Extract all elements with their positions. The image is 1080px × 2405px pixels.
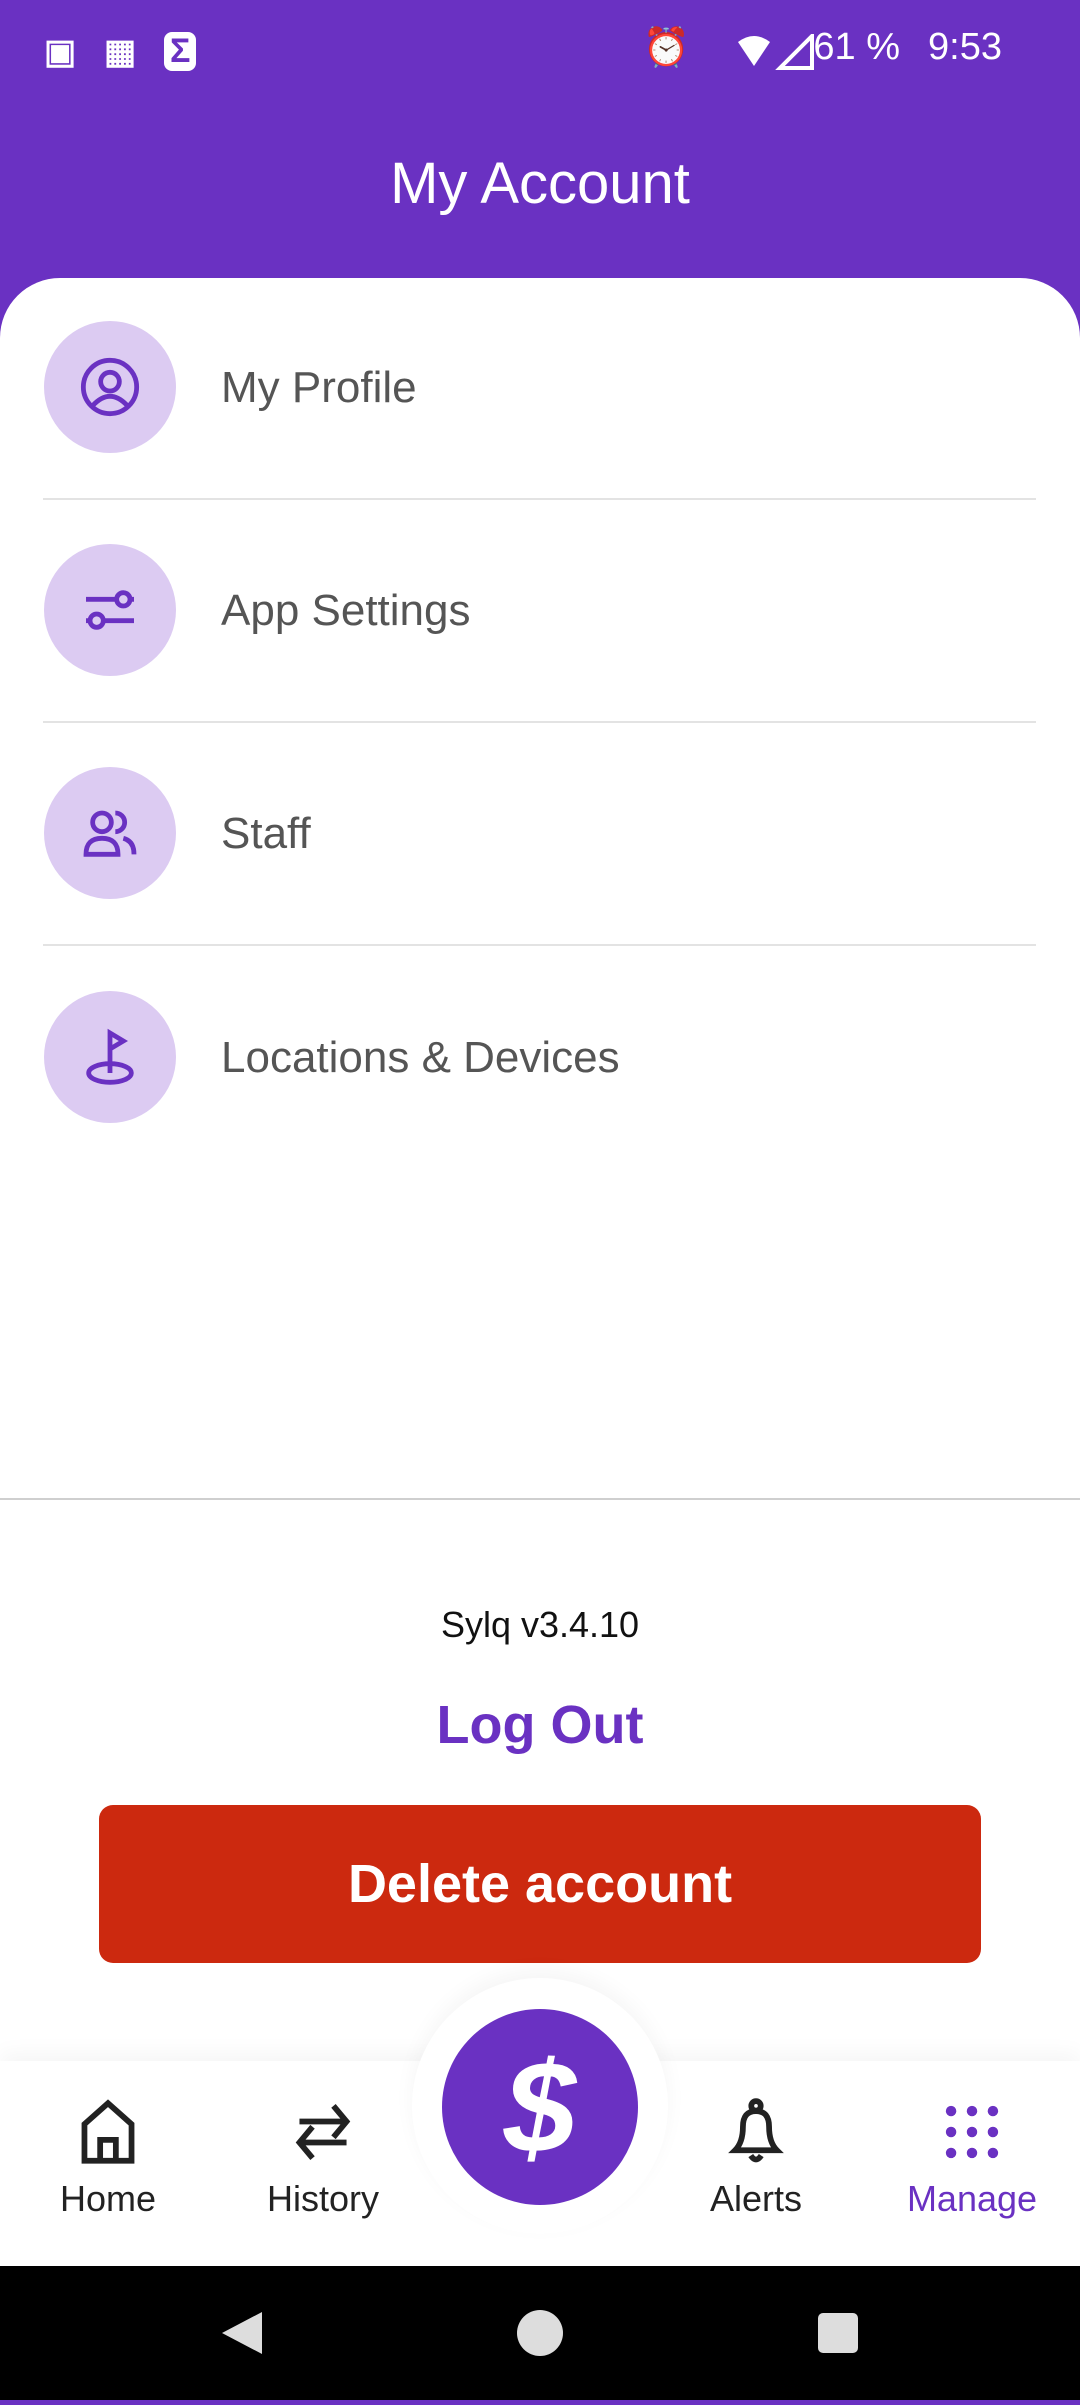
tab-label: History [266,2178,379,2219]
menu-item-locations-devices[interactable]: Locations & Devices [0,967,1080,1147]
logout-button[interactable]: Log Out [0,1694,1080,1756]
menu-item-staff[interactable]: Staff [0,743,1080,923]
arrows-swap-icon [295,2104,351,2160]
divider [43,498,1036,500]
section-divider [0,1498,1080,1500]
home-circle-icon[interactable] [517,2310,563,2356]
sigma-app-icon: Σ [164,32,197,71]
app-version: Sylq v3.4.10 [440,1604,640,1645]
delete-account-button[interactable]: Delete account [99,1805,981,1963]
wifi-icon [738,34,814,70]
clock: 9:53 [928,26,1002,68]
status-bar: ▣ ▦ Σ ⏰ 61 % 9:53 [0,0,1080,100]
outlook-calendar-icon: ▦ [104,33,137,71]
menu-item-label: My Profile [221,363,417,412]
signal-icon [775,34,814,70]
users-icon [44,767,176,899]
menu-item-my-profile[interactable]: My Profile [0,297,1080,477]
tab-label: Manage [906,2178,1038,2219]
tab-manage[interactable]: Manage [872,2070,1072,2260]
system-nav-buttons [222,2310,858,2356]
tab-home[interactable]: Home [8,2070,208,2260]
divider [43,944,1036,946]
menu-item-label: Staff [221,809,311,858]
sliders-icon [44,544,176,676]
system-nav-bar [0,2266,1080,2400]
account-sheet: My Profile App Settings Staff Locations … [0,278,1080,2068]
dollar-icon: $ [503,2034,577,2180]
grid-dots-icon [945,2105,999,2159]
menu-item-label: Locations & Devices [221,1033,620,1082]
outlook-icon: ▣ [44,33,77,71]
tab-history[interactable]: History [223,2070,423,2260]
divider [43,721,1036,723]
tab-alerts[interactable]: Alerts [656,2070,856,2260]
user-circle-icon [44,321,176,453]
alarm-icon: ⏰ [642,27,690,69]
battery-text: 61 % [813,26,900,68]
home-icon [81,2099,135,2164]
payment-fab[interactable]: $ [442,2009,638,2205]
back-icon[interactable] [222,2312,262,2354]
recents-icon[interactable] [818,2313,858,2353]
tab-label: Alerts [709,2178,803,2219]
tab-label: Home [59,2178,157,2219]
menu-item-label: App Settings [221,586,471,635]
page-title: My Account [390,151,690,216]
bell-icon [728,2098,784,2163]
menu-item-app-settings[interactable]: App Settings [0,520,1080,700]
location-flag-icon [44,991,176,1123]
